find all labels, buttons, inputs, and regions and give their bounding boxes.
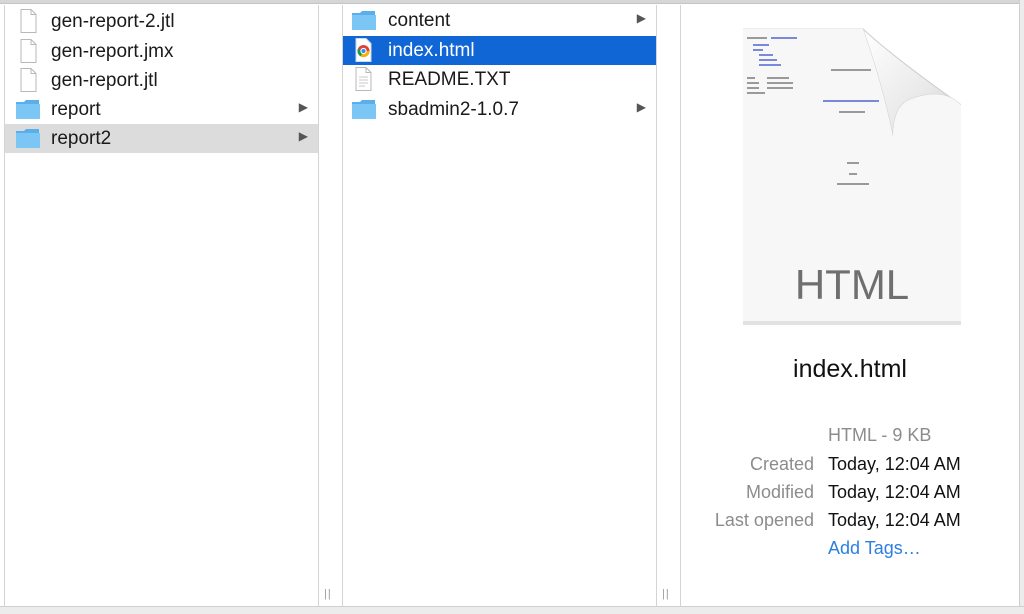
file-preview-thumbnail: HTML [742, 27, 962, 327]
window-right-edge [1019, 0, 1024, 614]
item-label: report [51, 99, 101, 120]
item-label: README.TXT [388, 69, 511, 90]
column-divider [318, 5, 319, 606]
browser-column-1: gen-report-2.jtl gen-report.jmx gen-repo… [5, 5, 318, 606]
text-document-icon [355, 67, 372, 91]
file-type-label: HTML [795, 261, 909, 308]
disclosure-arrow-icon: ▶ [298, 129, 308, 143]
meta-created-row: Created Today, 12:04 AM [681, 454, 1019, 482]
document-icon [20, 68, 37, 92]
list-item-gen-report-2-jtl[interactable]: gen-report-2.jtl [5, 7, 318, 36]
meta-created-label: Created [749, 454, 814, 474]
list-item-report2[interactable]: report2 ▶ [5, 124, 318, 153]
chrome-html-document-icon [355, 38, 372, 62]
add-tags-link[interactable]: Add Tags… [828, 538, 921, 559]
meta-opened-label: Last opened [714, 510, 814, 530]
folder-icon [16, 100, 40, 119]
meta-kind-row: HTML - 9 KB [681, 425, 1019, 453]
meta-modified-row: Modified Today, 12:04 AM [681, 482, 1019, 510]
meta-kind-size: HTML - 9 KB [828, 425, 932, 445]
folder-icon [352, 11, 376, 30]
preview-pane: HTML index.html HTML - 9 KB Created Toda… [681, 5, 1019, 606]
list-item-gen-report-jtl[interactable]: gen-report.jtl [5, 66, 318, 95]
add-tags-row: Add Tags… [681, 538, 1019, 566]
list-item-content[interactable]: content ▶ [343, 6, 656, 35]
meta-modified-label: Modified [745, 482, 814, 502]
column-divider [656, 5, 657, 606]
disclosure-arrow-icon: ▶ [636, 11, 646, 25]
item-label: content [388, 10, 451, 31]
list-item-gen-report-jmx[interactable]: gen-report.jmx [5, 37, 318, 66]
meta-modified-value: Today, 12:04 AM [828, 482, 961, 502]
document-icon [20, 39, 37, 63]
meta-opened-value: Today, 12:04 AM [828, 510, 961, 530]
html-document-icon: HTML [742, 28, 962, 325]
item-label: gen-report.jtl [51, 70, 158, 91]
column-resize-handle[interactable]: || [324, 588, 332, 600]
preview-filename: index.html [793, 355, 907, 383]
disclosure-arrow-icon: ▶ [636, 100, 646, 114]
document-icon [20, 9, 37, 33]
folder-icon [352, 100, 376, 119]
list-item-index-html[interactable]: index.html [343, 36, 656, 65]
disclosure-arrow-icon: ▶ [298, 100, 308, 114]
window-bottom-edge [0, 606, 1024, 614]
list-item-sbadmin2[interactable]: sbadmin2-1.0.7 ▶ [343, 95, 656, 124]
browser-column-2: content ▶ index.html README.TXT sbadmin2… [343, 5, 656, 606]
folder-icon [16, 129, 40, 148]
item-label: gen-report.jmx [51, 41, 174, 62]
list-item-readme-txt[interactable]: README.TXT [343, 65, 656, 94]
item-label: index.html [388, 40, 475, 61]
meta-opened-row: Last opened Today, 12:04 AM [681, 510, 1019, 538]
column-resize-handle[interactable]: || [662, 588, 670, 600]
meta-created-value: Today, 12:04 AM [828, 454, 961, 474]
item-label: gen-report-2.jtl [51, 11, 175, 32]
item-label: report2 [51, 128, 112, 149]
window-top-edge [0, 0, 1024, 4]
item-label: sbadmin2-1.0.7 [388, 99, 519, 120]
list-item-report[interactable]: report ▶ [5, 95, 318, 124]
